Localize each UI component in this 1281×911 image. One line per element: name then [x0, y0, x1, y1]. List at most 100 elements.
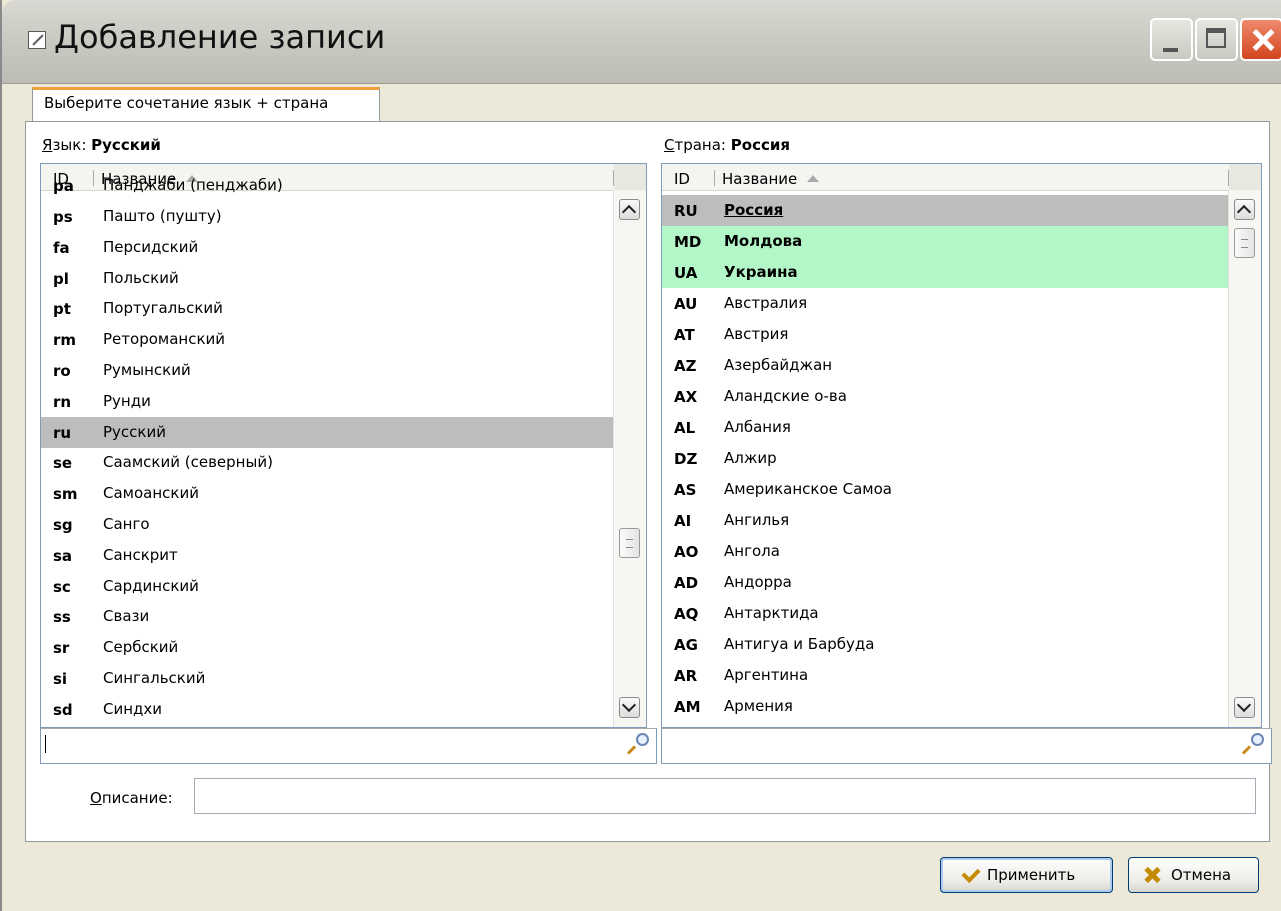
country-rows: RU Россия MD Молдова UA Украина AU Австралия AT А…: [662, 190, 1231, 727]
list-item[interactable]: si Сингальский: [41, 663, 616, 694]
cell-id: ps: [53, 208, 73, 226]
cell-id: AQ: [674, 605, 699, 623]
cell-id: AD: [674, 574, 699, 592]
sort-ascending-icon: [807, 175, 820, 182]
list-item[interactable]: AM Армения: [662, 691, 1231, 722]
list-item[interactable]: RU Россия: [662, 195, 1231, 226]
list-item[interactable]: rn Рунди: [41, 386, 616, 417]
list-item[interactable]: AS Американское Самоа: [662, 474, 1231, 505]
list-item[interactable]: fa Персидский: [41, 232, 616, 263]
language-filter-input[interactable]: [40, 728, 657, 764]
country-label-text: трана:: [674, 136, 726, 154]
cell-id: ss: [53, 608, 71, 627]
search-icon[interactable]: [1241, 733, 1264, 757]
list-item[interactable]: UA Украина: [662, 257, 1231, 288]
cell-id: sm: [53, 485, 78, 504]
minimize-button[interactable]: [1150, 18, 1193, 61]
cell-name: Антигуа и Барбуда: [724, 635, 875, 653]
list-item[interactable]: AQ Антарктида: [662, 598, 1231, 629]
list-item[interactable]: sc Сардинский: [41, 571, 616, 602]
column-header-id[interactable]: ID: [674, 170, 690, 188]
list-item[interactable]: pl Польский: [41, 263, 616, 294]
list-item[interactable]: rm Ретороманский: [41, 324, 616, 355]
cell-name: Алжир: [724, 449, 777, 467]
country-grid[interactable]: ID Название RU Россия MD Молдова UA Украина AU…: [661, 163, 1262, 728]
cell-name: Ангилья: [724, 511, 790, 529]
cell-id: AT: [674, 326, 695, 344]
scroll-up-button[interactable]: [1234, 199, 1255, 220]
list-item[interactable]: AG Антигуа и Барбуда: [662, 629, 1231, 660]
list-item[interactable]: ss Свази: [41, 601, 616, 632]
list-item[interactable]: AL Албания: [662, 412, 1231, 443]
list-item[interactable]: sa Санскрит: [41, 540, 616, 571]
list-item[interactable]: AI Ангилья: [662, 505, 1231, 536]
apply-button[interactable]: Применить: [940, 857, 1113, 893]
list-item[interactable]: AX Аландские о-ва: [662, 381, 1231, 412]
close-button[interactable]: [1240, 18, 1281, 61]
list-item[interactable]: pa Панджаби (пенджаби): [41, 170, 616, 201]
list-item[interactable]: ru Русский: [41, 416, 616, 448]
list-item[interactable]: sg Санго: [41, 509, 616, 540]
cell-id: AI: [674, 512, 692, 530]
description-label: Описание:: [90, 789, 173, 807]
description-label-text: писание:: [101, 789, 173, 807]
cell-name: Румынский: [103, 361, 191, 379]
cell-id: si: [53, 670, 68, 688]
list-item[interactable]: ps Пашто (пушту): [41, 201, 616, 232]
country-label: Страна: Россия: [664, 136, 790, 154]
list-item[interactable]: sr Сербский: [41, 632, 616, 663]
list-item[interactable]: sd Синдхи: [41, 694, 616, 725]
cross-icon: [1143, 866, 1161, 884]
cell-id: sd: [53, 700, 73, 719]
list-item[interactable]: AO Ангола: [662, 536, 1231, 567]
list-item[interactable]: pt Португальский: [41, 293, 616, 324]
list-item[interactable]: AZ Азербайджан: [662, 350, 1231, 381]
column-header-name[interactable]: Название: [722, 170, 820, 188]
description-input[interactable]: [194, 778, 1256, 814]
cell-name: Сербский: [103, 638, 179, 657]
cell-name: Саамский (северный): [103, 453, 273, 472]
list-item[interactable]: se Саамский (северный): [41, 447, 616, 478]
cell-id: rm: [53, 331, 77, 350]
country-filter-input[interactable]: [661, 728, 1272, 764]
language-scrollbar[interactable]: [613, 190, 646, 727]
list-item[interactable]: sm Самоанский: [41, 478, 616, 509]
cell-id: sc: [53, 577, 71, 596]
cell-name: Аландские о-ва: [724, 387, 847, 405]
cell-id: AU: [674, 295, 698, 313]
language-grid[interactable]: ID Название pa Панджаби (пенджаби) ps Пашто…: [40, 163, 647, 728]
cell-name: Американское Самоа: [724, 480, 892, 498]
tab-language-country[interactable]: Выберите сочетание язык + страна: [32, 87, 380, 121]
scroll-down-button[interactable]: [1234, 697, 1255, 718]
cell-name: Самоанский: [103, 484, 199, 503]
country-scrollbar[interactable]: [1228, 190, 1261, 727]
cell-id: rn: [53, 392, 72, 411]
list-item[interactable]: AU Австралия: [662, 288, 1231, 319]
list-item[interactable]: AT Австрия: [662, 319, 1231, 350]
text-caret: [45, 735, 46, 753]
column-separator[interactable]: [714, 170, 715, 186]
scroll-thumb[interactable]: [1234, 228, 1255, 258]
search-icon[interactable]: [626, 733, 649, 757]
scroll-up-button[interactable]: [619, 199, 640, 220]
list-item[interactable]: DZ Алжир: [662, 443, 1231, 474]
scroll-thumb[interactable]: [619, 528, 640, 558]
cell-id: se: [53, 454, 73, 473]
list-item[interactable]: MD Молдова: [662, 226, 1231, 257]
header-corner: [614, 164, 646, 190]
list-item[interactable]: AR Аргентина: [662, 660, 1231, 691]
title-bar[interactable]: Добавление записи: [2, 0, 1281, 84]
list-item[interactable]: AD Андорра: [662, 567, 1231, 598]
cell-name: Синдхи: [103, 699, 163, 718]
list-item[interactable]: ro Румынский: [41, 355, 616, 386]
cancel-button[interactable]: Отмена: [1128, 857, 1259, 893]
cell-id: UA: [674, 264, 698, 282]
cell-name: Русский: [103, 422, 166, 441]
cell-id: ru: [53, 423, 72, 442]
maximize-button[interactable]: [1195, 18, 1238, 61]
cell-id: AO: [674, 543, 699, 561]
scroll-down-button[interactable]: [619, 697, 640, 718]
cell-name: Австрия: [724, 325, 789, 343]
cell-id: AR: [674, 667, 698, 685]
cell-id: AL: [674, 419, 696, 437]
